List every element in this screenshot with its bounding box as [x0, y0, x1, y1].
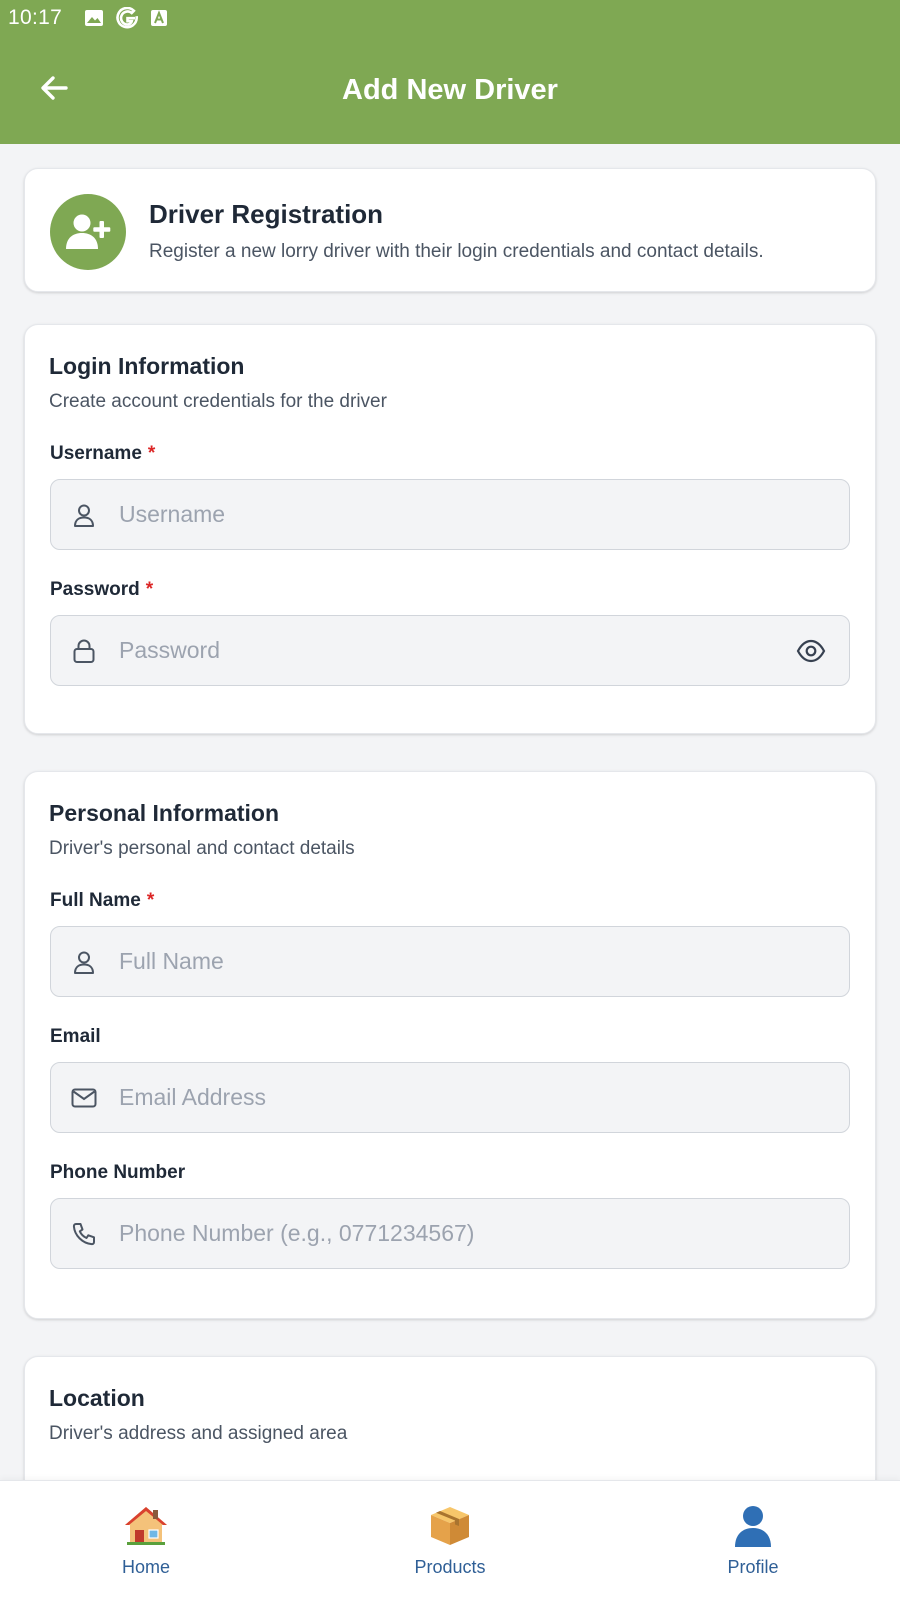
status-icons — [84, 7, 168, 29]
nav-products-label: Products — [414, 1557, 486, 1577]
personal-section-subtitle: Driver's personal and contact details — [49, 838, 355, 859]
registration-subtitle: Register a new lorry driver with their l… — [149, 241, 764, 262]
location-section-subtitle: Driver's address and assigned area — [49, 1423, 348, 1444]
nav-profile[interactable]: Profile — [683, 1503, 823, 1583]
full-name-label-text: Full Name — [50, 890, 141, 911]
password-input[interactable] — [119, 616, 791, 685]
phone-field[interactable] — [50, 1198, 850, 1269]
location-section-title: Location — [49, 1385, 145, 1411]
full-name-input[interactable] — [119, 927, 849, 996]
email-label: Email — [50, 1026, 101, 1047]
nav-profile-label: Profile — [727, 1557, 779, 1577]
status-time: 10:17 — [8, 6, 63, 29]
login-section-title: Login Information — [49, 353, 245, 379]
phone-icon — [67, 1217, 101, 1251]
nav-home-label: Home — [121, 1557, 170, 1577]
house-icon — [123, 1503, 169, 1549]
google-icon — [116, 7, 139, 29]
registration-title: Driver Registration — [149, 199, 384, 229]
page-title: Add New Driver — [342, 74, 558, 106]
personal-section-title: Personal Information — [49, 800, 280, 826]
full-name-label: Full Name * — [50, 890, 154, 912]
phone-label: Phone Number — [50, 1162, 186, 1183]
image-icon — [84, 8, 104, 28]
eye-icon[interactable] — [791, 631, 831, 671]
full-name-field[interactable] — [50, 926, 850, 997]
required-mark: * — [146, 890, 155, 911]
lock-icon — [67, 634, 101, 668]
app-bar: 10:17 Add New Driver — [0, 0, 900, 144]
bottom-navigation: Home Products Profile — [0, 1480, 900, 1600]
phone-input[interactable] — [119, 1199, 849, 1268]
user-icon — [67, 498, 101, 532]
location-card: Location Driver's address and assigned a… — [24, 1356, 876, 1480]
a-box-icon — [150, 9, 168, 27]
required-mark: * — [147, 443, 156, 464]
user-icon — [67, 945, 101, 979]
username-label-text: Username — [50, 443, 142, 464]
username-label: Username * — [50, 443, 155, 465]
form-content[interactable]: Driver Registration Register a new lorry… — [0, 144, 900, 1480]
email-field[interactable] — [50, 1062, 850, 1133]
nav-home[interactable]: Home — [76, 1503, 216, 1583]
login-section-subtitle: Create account credentials for the drive… — [49, 391, 387, 412]
person-icon — [730, 1503, 776, 1549]
registration-card: Driver Registration Register a new lorry… — [24, 168, 876, 292]
username-field[interactable] — [50, 479, 850, 550]
status-bar: 10:17 — [0, 0, 900, 36]
mail-icon — [67, 1081, 101, 1115]
package-icon — [427, 1503, 473, 1549]
personal-information-card: Personal Information Driver's personal a… — [24, 771, 876, 1319]
password-label-text: Password — [50, 579, 140, 600]
required-mark: * — [145, 579, 154, 600]
username-input[interactable] — [119, 480, 849, 549]
password-field[interactable] — [50, 615, 850, 686]
password-label: Password * — [50, 579, 153, 601]
login-information-card: Login Information Create account credent… — [24, 324, 876, 734]
user-plus-icon — [50, 194, 126, 270]
email-input[interactable] — [119, 1063, 849, 1132]
nav-products[interactable]: Products — [380, 1503, 520, 1583]
